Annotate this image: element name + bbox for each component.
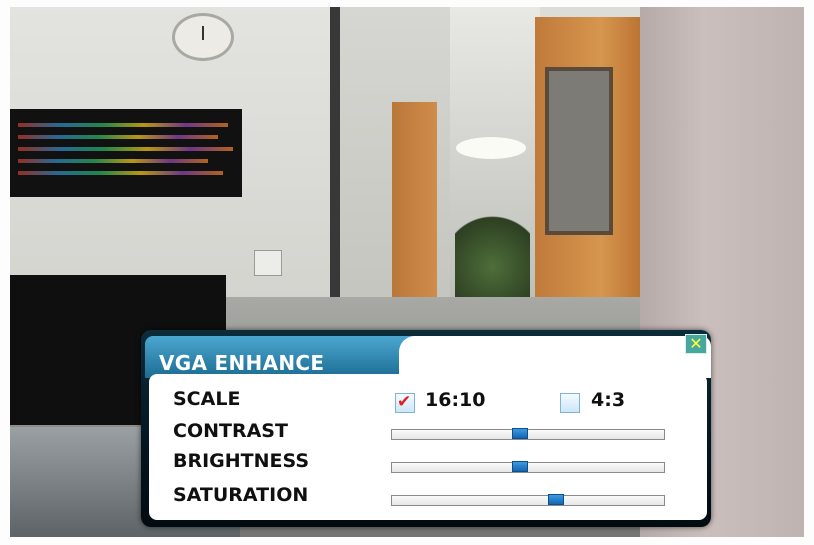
scale-16-10-label: 16:10 [425, 389, 486, 411]
scale-4-3-label: 4:3 [591, 389, 626, 411]
scene-door-window [545, 67, 613, 235]
dialog-panel-top [399, 336, 711, 378]
scene-outlet [254, 250, 282, 276]
contrast-slider-thumb[interactable] [512, 428, 528, 439]
scale-label: SCALE [173, 388, 241, 410]
contrast-slider[interactable] [391, 428, 665, 440]
scene-door-frame [330, 7, 340, 347]
contrast-label: CONTRAST [173, 420, 288, 442]
scale-16-10-checkbox[interactable] [395, 392, 415, 413]
close-x-icon[interactable]: ✕ [685, 334, 707, 354]
brightness-label: BRIGHTNESS [173, 450, 310, 472]
saturation-label: SATURATION [173, 484, 309, 506]
saturation-slider-thumb[interactable] [548, 494, 564, 505]
scene-wall-chart [10, 109, 242, 197]
brightness-slider[interactable] [391, 461, 665, 473]
brightness-slider-thumb[interactable] [512, 461, 528, 472]
scene-wall-clock [172, 13, 234, 61]
saturation-slider[interactable] [391, 494, 665, 506]
dialog-title-tab: VGA ENHANCE [145, 336, 415, 378]
scale-4-3-checkbox[interactable] [560, 393, 580, 413]
dialog-title: VGA ENHANCE [159, 351, 325, 375]
screen: VGA ENHANCE ✕ SCALE 16:10 4:3 CONTRAST B… [0, 0, 814, 545]
vga-enhance-dialog: VGA ENHANCE ✕ SCALE 16:10 4:3 CONTRAST B… [141, 330, 711, 527]
scene-ceiling-light [456, 137, 526, 159]
